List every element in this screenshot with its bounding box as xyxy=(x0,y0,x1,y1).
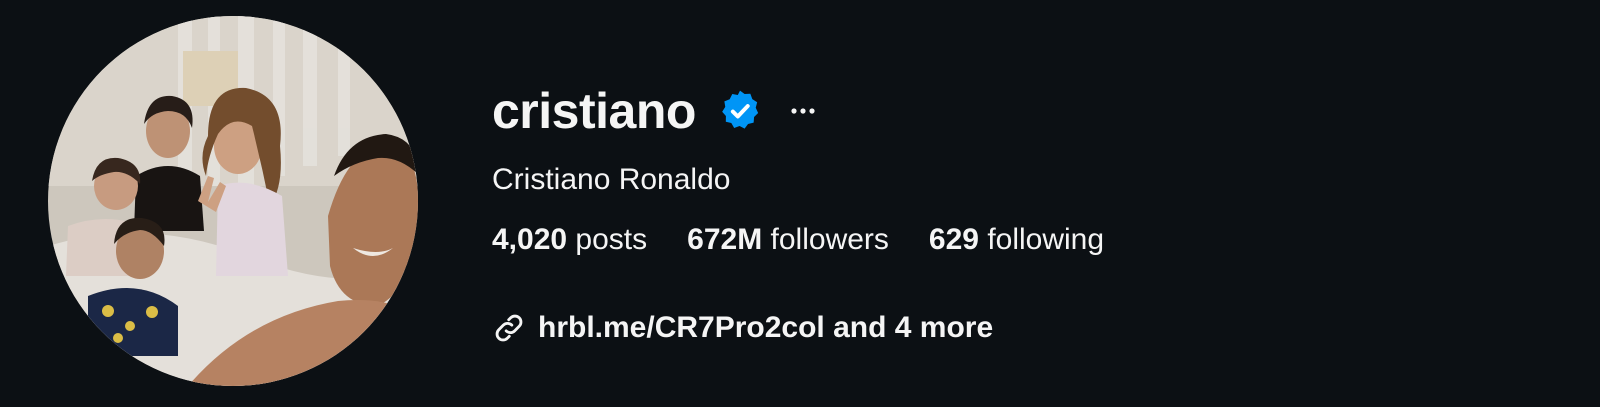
username[interactable]: cristiano xyxy=(492,86,696,136)
following-value: 629 xyxy=(928,223,979,256)
link-icon xyxy=(492,311,526,345)
profile-avatar[interactable] xyxy=(48,16,418,386)
followers-count[interactable]: 672M followers xyxy=(687,222,889,258)
followers-value: 672M xyxy=(687,223,763,256)
followers-label: followers xyxy=(770,223,889,256)
profile-photo xyxy=(48,16,418,386)
more-options-icon[interactable] xyxy=(788,96,818,126)
bio-link-text: hrbl.me/CR7Pro2col and 4 more xyxy=(538,311,994,344)
posts-value: 4,020 xyxy=(492,223,568,256)
verified-badge-icon xyxy=(718,89,762,133)
bio-link[interactable]: hrbl.me/CR7Pro2col and 4 more xyxy=(492,310,1560,346)
following-label: following xyxy=(987,223,1105,256)
following-count[interactable]: 629 following xyxy=(929,222,1104,258)
posts-label: posts xyxy=(575,223,648,256)
username-row: cristiano xyxy=(492,80,1560,142)
profile-stats: 4,020 posts 672M followers 629 following xyxy=(492,222,1560,258)
posts-count[interactable]: 4,020 posts xyxy=(492,222,647,258)
profile-header: cristiano Cristiano Ronaldo 4,020 posts … xyxy=(492,80,1560,346)
full-name: Cristiano Ronaldo xyxy=(492,163,731,196)
